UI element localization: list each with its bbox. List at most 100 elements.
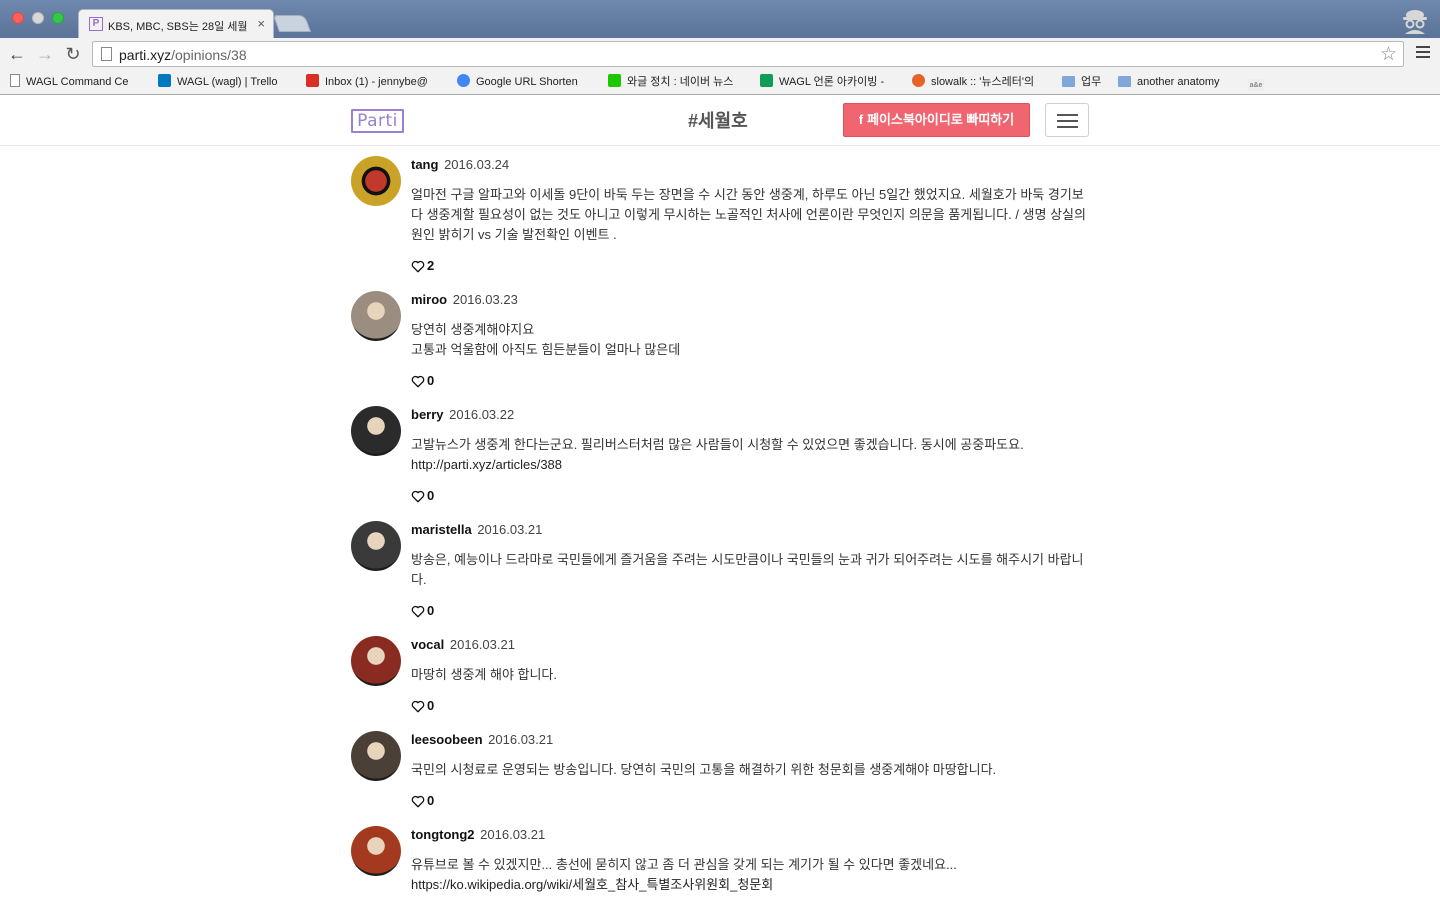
naver-icon bbox=[608, 74, 621, 87]
bookmark-item[interactable]: another anatomy bbox=[1118, 74, 1234, 91]
like-button[interactable]: 0 bbox=[411, 603, 434, 619]
heart-icon bbox=[411, 605, 425, 618]
opinion-text: 유튜브로 볼 수 있겠지만... 총선에 묻히지 않고 좀 더 관심을 갖게 되… bbox=[411, 857, 957, 872]
bookmark-label: WAGL 언론 아카이빙 - bbox=[779, 76, 885, 88]
avatar[interactable] bbox=[351, 826, 401, 876]
address-bar[interactable]: parti.xyz/opinions/38 ☆ bbox=[92, 41, 1404, 67]
like-button[interactable]: 0 bbox=[411, 373, 434, 389]
bookmark-item[interactable]: Inbox (1) - jennybe@ bbox=[306, 74, 441, 91]
bookmark-item[interactable]: WAGL 언론 아카이빙 - bbox=[760, 74, 896, 91]
bookmark-item[interactable]: slowalk :: '뉴스레터'의 bbox=[912, 74, 1045, 91]
tab-close-icon[interactable]: × bbox=[257, 16, 265, 31]
trello-icon bbox=[158, 74, 171, 87]
opinion-link[interactable]: https://ko.wikipedia.org/wiki/세월호_참사_특별조… bbox=[411, 875, 1087, 895]
opinion-date: 2016.03.23 bbox=[452, 292, 518, 307]
bookmark-item[interactable]: WAGL Command Ce bbox=[10, 74, 143, 91]
page-icon bbox=[10, 74, 20, 87]
like-count: 2 bbox=[427, 258, 435, 273]
window-titlebar: P KBS, MBC, SBS는 28일 세월 × bbox=[0, 0, 1440, 38]
opinion-body: 마땅히 생중계 해야 합니다. bbox=[411, 665, 1087, 685]
reload-icon[interactable]: ↻ bbox=[62, 43, 84, 65]
browser-toolbar: ← → ↻ parti.xyz/opinions/38 ☆ bbox=[0, 38, 1440, 70]
opinion-username[interactable]: leesoobeen bbox=[411, 732, 483, 747]
opinion-username[interactable]: vocal bbox=[411, 637, 444, 652]
sheets-icon bbox=[760, 74, 773, 87]
back-arrow-icon[interactable]: ← bbox=[6, 43, 28, 65]
opinion-username[interactable]: maristella bbox=[411, 522, 472, 537]
hamburger-line bbox=[1057, 114, 1078, 116]
bookmark-item[interactable]: a&ea&e bbox=[1248, 74, 1268, 91]
opinion-text: 당연히 생중계해야지요 bbox=[411, 322, 535, 337]
opinion-header: maristella 2016.03.21 bbox=[411, 521, 542, 539]
like-count: 0 bbox=[427, 488, 435, 503]
opinion-date: 2016.03.22 bbox=[449, 407, 515, 422]
facebook-login-label: 페이스북아이디로 빠띠하기 bbox=[867, 112, 1015, 127]
avatar[interactable] bbox=[351, 156, 401, 206]
facebook-login-button[interactable]: f 페이스북아이디로 빠띠하기 bbox=[843, 103, 1030, 137]
zoom-window-button[interactable] bbox=[52, 12, 64, 24]
page-title[interactable]: #세월호 bbox=[688, 107, 748, 133]
opinion-username[interactable]: miroo bbox=[411, 292, 447, 307]
bookmark-label: Inbox (1) - jennybe@ bbox=[325, 76, 428, 88]
avatar[interactable] bbox=[351, 291, 401, 341]
like-button[interactable]: 0 bbox=[411, 488, 434, 504]
url-host: parti.xyz bbox=[119, 47, 172, 63]
incognito-icon bbox=[1403, 10, 1427, 34]
parti-favicon-icon: P bbox=[89, 17, 103, 31]
opinion-date: 2016.03.21 bbox=[480, 827, 546, 842]
ae-icon: a&e bbox=[1248, 79, 1264, 91]
new-tab-button[interactable] bbox=[272, 15, 312, 32]
opinion-text: 국민의 시청료로 운영되는 방송입니다. 당연히 국민의 고통을 해결하기 위한… bbox=[411, 762, 997, 777]
like-count: 0 bbox=[427, 793, 435, 808]
bookmarks-bar: WAGL Command Ce WAGL (wagl) | Trello Inbox… bbox=[0, 70, 1440, 95]
opinion-text: 고통과 억울함에 아직도 힘든분들이 얼마나 많은데 bbox=[411, 342, 681, 357]
bookmark-item[interactable]: WAGL (wagl) | Trello bbox=[158, 74, 290, 91]
avatar[interactable] bbox=[351, 406, 401, 456]
opinion-body: 얼마전 구글 알파고와 이세돌 9단이 바둑 두는 장면을 수 시간 동안 생중… bbox=[411, 185, 1087, 245]
browser-tab[interactable]: P KBS, MBC, SBS는 28일 세월 × bbox=[78, 9, 274, 38]
opinion-header: vocal 2016.03.21 bbox=[411, 636, 515, 654]
browser-menu-icon[interactable] bbox=[1416, 46, 1430, 60]
hamburger-line bbox=[1057, 120, 1078, 122]
like-count: 0 bbox=[427, 603, 435, 618]
site-header: Parti #세월호 f 페이스북아이디로 빠띠하기 bbox=[0, 96, 1440, 146]
heart-icon bbox=[411, 260, 425, 273]
opinion-text: 얼마전 구글 알파고와 이세돌 9단이 바둑 두는 장면을 수 시간 동안 생중… bbox=[411, 187, 1086, 242]
like-count: 0 bbox=[427, 373, 435, 388]
opinion-text: 마땅히 생중계 해야 합니다. bbox=[411, 667, 558, 682]
like-button[interactable]: 2 bbox=[411, 258, 434, 274]
avatar[interactable] bbox=[351, 521, 401, 571]
like-button[interactable]: 0 bbox=[411, 793, 434, 809]
like-count: 0 bbox=[427, 698, 435, 713]
parti-logo[interactable]: Parti bbox=[351, 109, 404, 133]
bookmark-star-icon[interactable]: ☆ bbox=[1380, 43, 1397, 66]
bookmark-item[interactable]: Google URL Shorten bbox=[457, 74, 593, 91]
opinion-username[interactable]: berry bbox=[411, 407, 444, 422]
minimize-window-button[interactable] bbox=[32, 12, 44, 24]
url-text[interactable]: parti.xyz/opinions/38 bbox=[119, 47, 247, 63]
opinion-date: 2016.03.21 bbox=[477, 522, 543, 537]
close-window-button[interactable] bbox=[12, 12, 24, 24]
opinion-date: 2016.03.24 bbox=[444, 157, 510, 172]
avatar[interactable] bbox=[351, 636, 401, 686]
facebook-icon: f bbox=[858, 112, 864, 127]
hamburger-menu-button[interactable] bbox=[1045, 103, 1089, 137]
opinion-link[interactable]: http://parti.xyz/articles/388 bbox=[411, 455, 1087, 475]
folder-icon bbox=[1062, 76, 1075, 87]
opinion-text: 고발뉴스가 생중계 한다는군요. 필리버스터처럼 많은 사람들이 시청할 수 있… bbox=[411, 437, 1024, 452]
avatar[interactable] bbox=[351, 731, 401, 781]
forward-arrow-icon[interactable]: → bbox=[34, 43, 56, 65]
opinion-username[interactable]: tongtong2 bbox=[411, 827, 475, 842]
bookmark-item[interactable]: 업무 bbox=[1062, 74, 1108, 91]
opinion-username[interactable]: tang bbox=[411, 157, 438, 172]
like-button[interactable]: 0 bbox=[411, 698, 434, 714]
opinion-body: 국민의 시청료로 운영되는 방송입니다. 당연히 국민의 고통을 해결하기 위한… bbox=[411, 760, 1087, 780]
bookmark-item[interactable]: 와글 정치 : 네이버 뉴스 bbox=[608, 74, 744, 91]
bookmark-label: slowalk :: '뉴스레터'의 bbox=[931, 76, 1035, 88]
opinion-date: 2016.03.21 bbox=[449, 637, 515, 652]
bookmark-label: another anatomy bbox=[1137, 76, 1220, 88]
heart-icon bbox=[411, 700, 425, 713]
heart-icon bbox=[411, 490, 425, 503]
opinion-text: 방송은, 예능이나 드라마로 국민들에게 즐거움을 주려는 시도만큼이나 국민들… bbox=[411, 552, 1084, 587]
opinion-date: 2016.03.21 bbox=[488, 732, 554, 747]
